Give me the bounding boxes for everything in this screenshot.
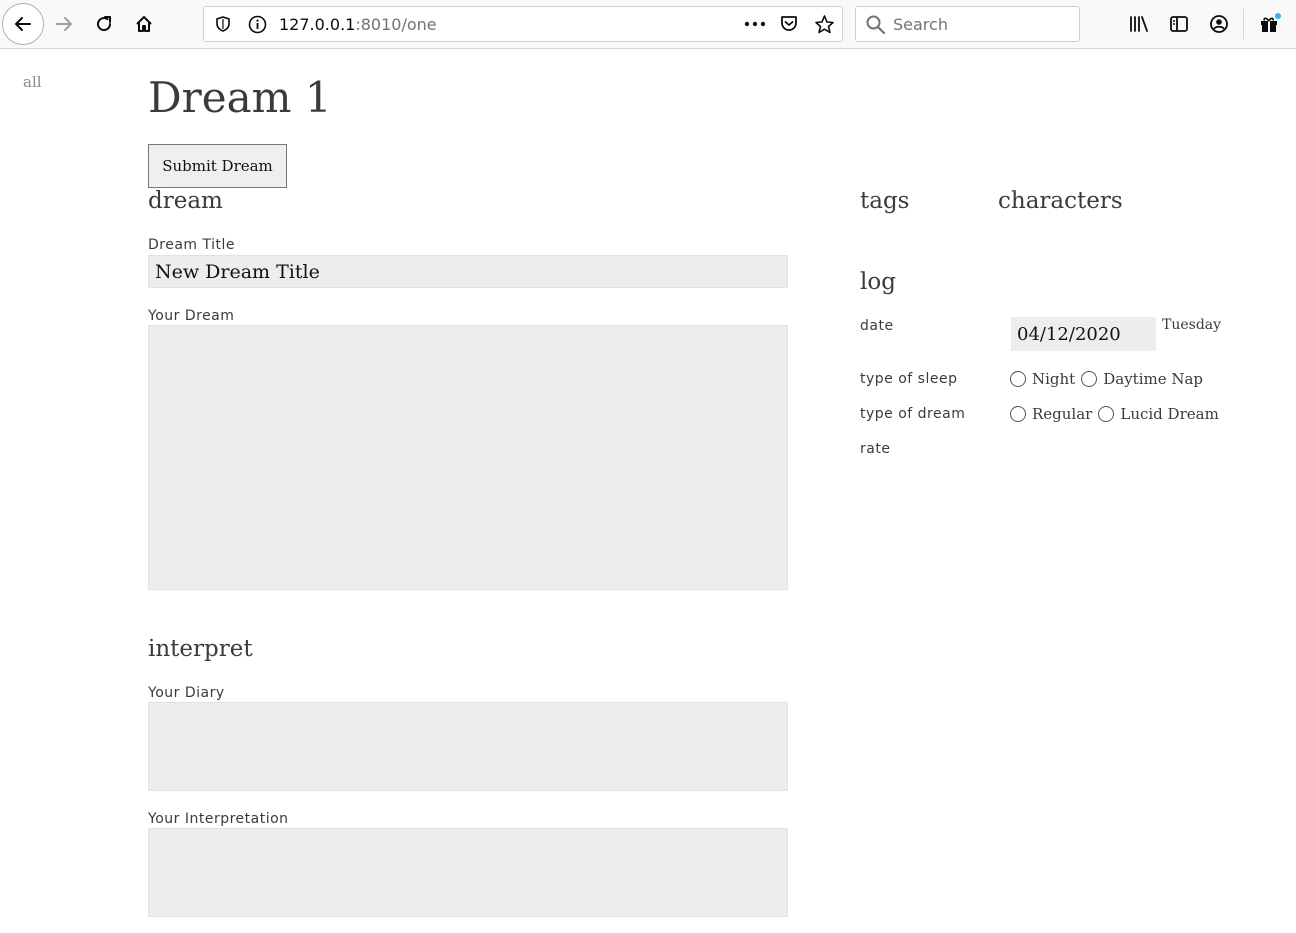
- search-placeholder: Search: [893, 15, 948, 34]
- type-of-sleep-label: type of sleep: [860, 371, 958, 387]
- type-of-dream-label: type of dream: [860, 406, 966, 422]
- forward-button[interactable]: [48, 8, 80, 40]
- your-dream-label: Your Dream: [148, 308, 235, 324]
- url-host: 127.0.0.1: [279, 15, 356, 34]
- pocket-icon[interactable]: [779, 14, 799, 34]
- sidebar-button[interactable]: [1163, 8, 1195, 40]
- reload-icon: [97, 16, 112, 32]
- lucid-dream-radio[interactable]: [1098, 406, 1115, 422]
- url-path: :8010/one: [355, 15, 437, 34]
- dream-heading: dream: [148, 188, 223, 214]
- interpret-heading: interpret: [148, 636, 253, 662]
- back-button[interactable]: [2, 3, 44, 45]
- log-heading: log: [860, 269, 896, 295]
- your-diary-label: Your Diary: [148, 685, 225, 701]
- arrow-right-icon: [56, 17, 72, 31]
- characters-heading: characters: [998, 188, 1123, 214]
- toolbar-separator: [1243, 9, 1244, 39]
- dream-title-input[interactable]: [148, 255, 788, 288]
- regular-radio-label[interactable]: Regular: [1032, 405, 1092, 423]
- url-bar[interactable]: 127.0.0.1:8010/one: [203, 6, 843, 42]
- shield-icon: [216, 16, 230, 32]
- submit-dream-button[interactable]: Submit Dream: [148, 144, 287, 188]
- all-link[interactable]: all: [23, 73, 42, 91]
- home-icon: [136, 16, 152, 32]
- search-icon: [866, 15, 886, 35]
- rate-label: rate: [860, 441, 891, 457]
- daytime-nap-radio-label[interactable]: Daytime Nap: [1103, 370, 1203, 388]
- sleep-radio-group: Night Daytime Nap: [1010, 370, 1209, 388]
- night-radio[interactable]: [1010, 371, 1026, 387]
- account-icon: [1210, 15, 1228, 33]
- reload-button[interactable]: [88, 8, 120, 40]
- arrow-left-icon: [15, 17, 31, 31]
- star-icon[interactable]: [814, 14, 835, 35]
- page-title: Dream 1: [148, 73, 332, 122]
- regular-radio[interactable]: [1010, 406, 1026, 422]
- diary-textarea[interactable]: [148, 702, 788, 791]
- search-bar[interactable]: Search: [855, 6, 1080, 42]
- interpretation-textarea[interactable]: [148, 828, 788, 917]
- weekday-label: Tuesday: [1162, 317, 1222, 333]
- night-radio-label[interactable]: Night: [1032, 370, 1075, 388]
- info-icon: [248, 15, 267, 34]
- dream-textarea[interactable]: [148, 325, 788, 590]
- date-input[interactable]: [1011, 317, 1156, 351]
- browser-toolbar: 127.0.0.1:8010/one Search: [0, 0, 1296, 49]
- extensions-button[interactable]: [1254, 8, 1286, 40]
- gift-icon: [1261, 13, 1281, 32]
- dream-title-label: Dream Title: [148, 237, 236, 253]
- lucid-dream-radio-label[interactable]: Lucid Dream: [1120, 405, 1218, 423]
- your-interpretation-label: Your Interpretation: [148, 811, 289, 827]
- url-text[interactable]: 127.0.0.1:8010/one: [279, 15, 437, 34]
- dream-type-radio-group: Regular Lucid Dream: [1010, 405, 1225, 423]
- more-icon[interactable]: [744, 21, 766, 27]
- daytime-nap-radio[interactable]: [1081, 371, 1098, 387]
- page-content: all Dream 1 Submit Dream dream Dream Tit…: [0, 49, 1296, 933]
- tags-heading: tags: [860, 188, 910, 214]
- date-label: date: [860, 318, 894, 334]
- library-button[interactable]: [1123, 8, 1155, 40]
- sidebar-icon: [1170, 16, 1188, 32]
- home-button[interactable]: [128, 8, 160, 40]
- library-icon: [1130, 16, 1148, 32]
- account-button[interactable]: [1203, 8, 1235, 40]
